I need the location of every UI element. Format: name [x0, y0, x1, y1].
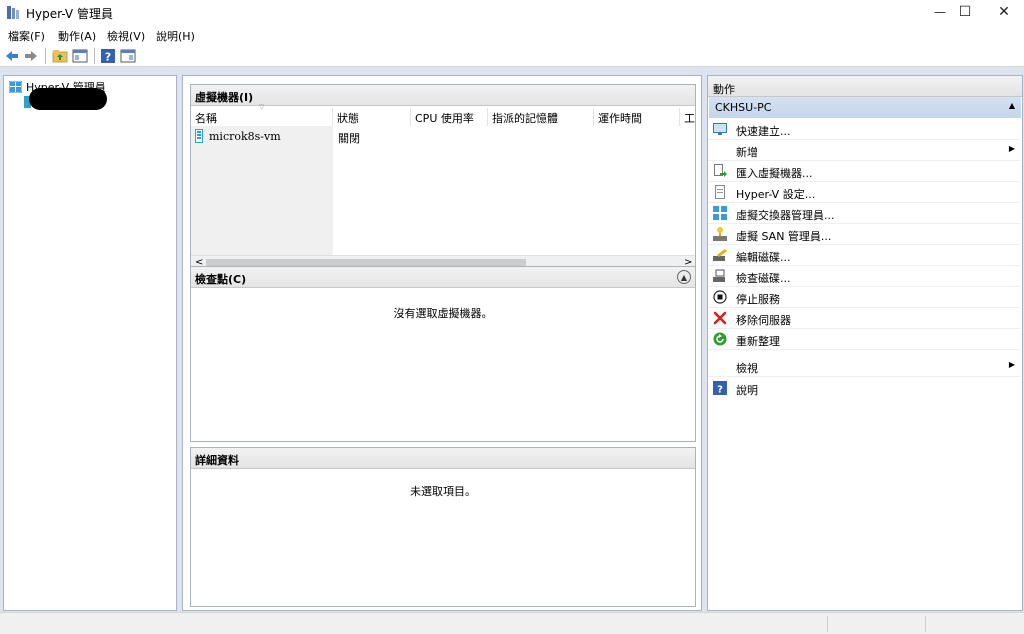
action-label: 停止服務 [736, 293, 780, 306]
action-label: 說明 [736, 384, 758, 397]
action-label: 虛擬交換器管理員... [736, 209, 835, 222]
refresh-icon [713, 332, 727, 346]
action-refresh[interactable]: 重新整理 [708, 329, 1020, 350]
toolbar-separator [94, 48, 95, 64]
svg-text:?: ? [105, 51, 111, 64]
inspect-disk-icon [713, 269, 725, 282]
forward-arrow-icon[interactable] [23, 48, 39, 64]
vm-state: 關閉 [338, 132, 360, 145]
details-title: 詳細資料 [195, 454, 239, 467]
toolbar: ? [0, 45, 1024, 67]
action-label: 編輯磁碟... [736, 251, 791, 264]
action-edit-disk[interactable]: 編輯磁碟... [708, 245, 1020, 266]
vm-icon [195, 129, 203, 143]
action-label: 重新整理 [736, 335, 780, 348]
submenu-arrow-icon: ▶ [1008, 360, 1015, 369]
show-hide-action-pane-icon[interactable] [120, 48, 136, 64]
action-view[interactable]: 檢視 ▶ [708, 356, 1020, 377]
actions-title: 動作 [713, 83, 735, 96]
maximize-icon: ☐ [958, 4, 972, 20]
action-label: 新增 [736, 146, 758, 159]
name-column-background [191, 126, 333, 272]
status-bar [0, 612, 1024, 634]
collapse-section-icon[interactable]: ▲ [1009, 101, 1015, 110]
menu-file[interactable]: 檔案(F) [8, 28, 45, 44]
actions-host-name: CKHSU-PC [715, 101, 772, 114]
action-remove-server[interactable]: 移除伺服器 [708, 308, 1020, 329]
submenu-arrow-icon: ▶ [1008, 144, 1015, 153]
action-virtual-switch-manager[interactable]: 虛擬交換器管理員... [708, 203, 1020, 224]
hyperv-settings-icon [715, 185, 725, 199]
virtual-machines-panel: 虛擬機器(I) 名稱 ▽ 狀態 CPU 使用率 指派的記憶體 運作時間 工 mi… [190, 84, 696, 272]
action-label: 虛擬 SAN 管理員... [736, 230, 832, 243]
status-separator [925, 616, 926, 632]
actions-host-section[interactable]: CKHSU-PC ▲ [709, 97, 1021, 118]
actions-pane: 動作 CKHSU-PC ▲ 快速建立... 新增 ▶ 匯入虛擬機器... Hyp… [707, 75, 1023, 611]
virtual-switch-manager-icon [713, 206, 727, 220]
menu-help[interactable]: 說明(H) [156, 28, 195, 44]
column-header-truncated[interactable]: 工 [680, 108, 696, 126]
action-label: 移除伺服器 [736, 314, 791, 327]
action-label: 快速建立... [736, 125, 791, 138]
sort-indicator-icon: ▽ [259, 103, 265, 111]
svg-text:?: ? [717, 385, 723, 396]
quick-create-icon [713, 123, 727, 135]
toolbar-separator [45, 48, 46, 64]
action-label: 檢視 [736, 362, 758, 375]
hyperv-app-icon [7, 6, 19, 19]
details-empty-message: 未選取項目。 [410, 485, 476, 498]
stop-service-icon [713, 290, 727, 304]
checkpoints-panel-header: 檢查點(C) ▲ [191, 267, 695, 288]
checkpoints-empty-message: 沒有選取虛擬機器。 [393, 307, 493, 320]
action-label: Hyper-V 設定... [736, 188, 816, 201]
action-hyperv-settings[interactable]: Hyper-V 設定... [708, 182, 1020, 203]
edit-disk-icon [713, 249, 727, 261]
collapse-icon[interactable]: ▲ [677, 270, 691, 284]
action-stop-service[interactable]: 停止服務 [708, 287, 1020, 308]
details-panel: 詳細資料 未選取項目。 [190, 447, 696, 607]
action-quick-create[interactable]: 快速建立... [708, 119, 1020, 140]
column-header-uptime[interactable]: 運作時間 [594, 108, 680, 126]
action-virtual-san-manager[interactable]: 虛擬 SAN 管理員... [708, 224, 1020, 245]
checkpoints-panel: 檢查點(C) ▲ 沒有選取虛擬機器。 [190, 266, 696, 442]
tree-item-host-redacted[interactable] [29, 88, 107, 110]
action-label: 檢查磁碟... [736, 272, 791, 285]
show-hide-console-tree-icon[interactable] [72, 48, 88, 64]
virtual-machines-title: 虛擬機器(I) [195, 91, 254, 104]
table-row[interactable]: microk8s-vm 關閉 [191, 128, 695, 146]
menu-action[interactable]: 動作(A) [58, 28, 96, 44]
hyperv-manager-icon [9, 81, 22, 93]
remove-server-icon [713, 311, 727, 325]
actions-header: 動作 [708, 76, 1022, 97]
window-title: Hyper-V 管理員 [26, 7, 113, 21]
console-tree: Hyper-V 管理員 [3, 75, 177, 611]
action-import-vm[interactable]: 匯入虛擬機器... [708, 161, 1020, 182]
action-inspect-disk[interactable]: 檢查磁碟... [708, 266, 1020, 287]
vm-name: microk8s-vm [209, 130, 281, 143]
menu-view[interactable]: 檢視(V) [107, 28, 145, 44]
virtual-machines-panel-header: 虛擬機器(I) [191, 85, 695, 106]
action-label: 匯入虛擬機器... [736, 167, 813, 180]
title-bar: Hyper-V 管理員 — ☐ ✕ [0, 0, 1024, 24]
help-icon: ? [713, 381, 727, 395]
menu-bar: 檔案(F) 動作(A) 檢視(V) 說明(H) [0, 25, 1024, 45]
column-header-cpu[interactable]: CPU 使用率 [411, 108, 488, 126]
close-button[interactable]: ✕ [981, 0, 1024, 24]
close-icon: ✕ [998, 4, 1010, 20]
action-new[interactable]: 新增 ▶ [708, 140, 1020, 161]
virtual-san-manager-icon [713, 227, 727, 241]
action-help[interactable]: ? 說明 [708, 378, 1020, 399]
details-panel-header: 詳細資料 [191, 448, 695, 469]
center-pane: 虛擬機器(I) 名稱 ▽ 狀態 CPU 使用率 指派的記憶體 運作時間 工 mi… [182, 75, 702, 611]
column-header-memory[interactable]: 指派的記憶體 [488, 108, 594, 126]
checkpoints-title: 檢查點(C) [195, 273, 247, 286]
column-header-state[interactable]: 狀態 [333, 108, 411, 126]
back-arrow-icon[interactable] [4, 48, 20, 64]
status-separator [827, 616, 828, 632]
folder-up-icon[interactable] [52, 48, 68, 64]
import-vm-icon [714, 164, 727, 177]
help-icon[interactable]: ? [100, 48, 116, 64]
